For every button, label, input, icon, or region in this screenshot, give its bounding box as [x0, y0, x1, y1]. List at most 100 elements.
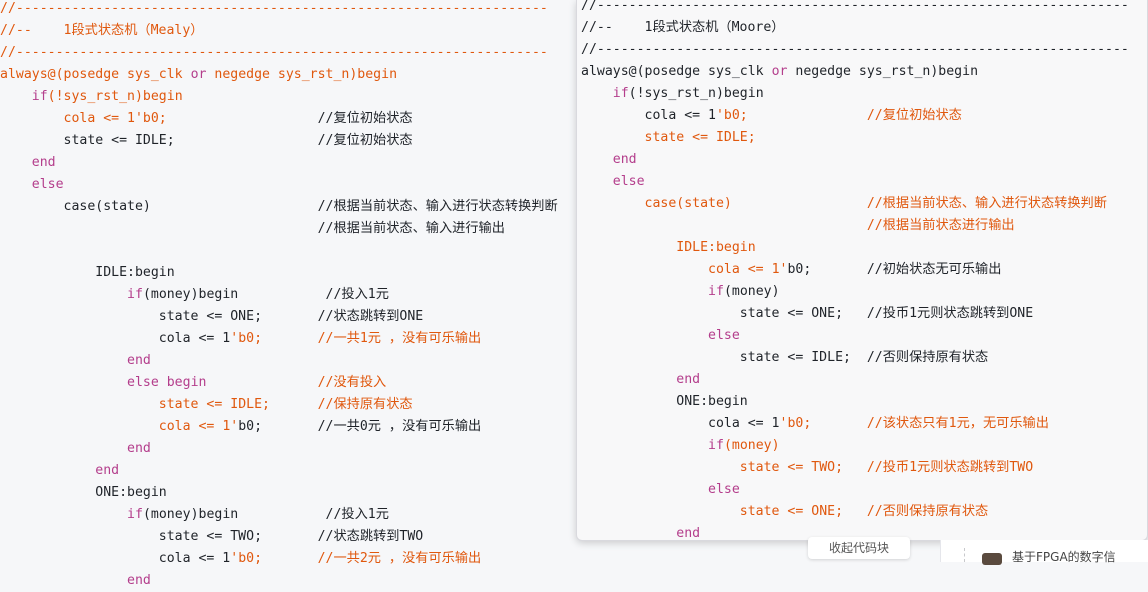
- code-token: state <= TWO; //投币1元则状态跳转到TWO: [739, 460, 1034, 475]
- code-token: or: [771, 64, 788, 79]
- code-line: end: [0, 350, 151, 372]
- code-token: (money): [723, 438, 780, 453]
- code-line: //-- 1段式状态机（Mealy）: [0, 20, 203, 42]
- code-line: else: [581, 479, 740, 501]
- code-token: if: [31, 89, 48, 104]
- code-popup-moore[interactable]: //--------------------------------------…: [576, 0, 1148, 541]
- code-token: //--------------------------------------…: [581, 0, 1129, 13]
- code-token: always@(posedge sys_clk: [0, 67, 191, 82]
- code-line: always@(posedge sys_clk or negedge sys_r…: [581, 61, 978, 83]
- code-token: 'b0; //一共1元 ，没有可乐输出: [230, 331, 482, 346]
- code-line: cola <= 1'b0; //复位初始状态: [0, 108, 413, 130]
- code-token: case(state) //根据当前状态、输入进行状态转换判断: [0, 199, 558, 214]
- code-line: //--------------------------------------…: [0, 42, 548, 64]
- sidebar-divider: [964, 548, 966, 562]
- code-token: else begin: [127, 375, 207, 390]
- code-token: //--------------------------------------…: [581, 42, 1129, 57]
- code-token: //-- 1段式状态机（Mealy）: [0, 23, 204, 38]
- code-token: 'b0; //复位初始状态: [715, 108, 962, 123]
- code-line: state <= ONE; //状态跳转到ONE: [0, 306, 423, 328]
- code-line: //根据当前状态进行输出: [581, 215, 1015, 237]
- code-line: //--------------------------------------…: [581, 39, 1129, 61]
- code-line: state <= IDLE; //复位初始状态: [0, 130, 413, 152]
- code-token: if: [612, 86, 629, 101]
- article-thumbnail-icon[interactable]: [982, 553, 1002, 565]
- code-token: end: [127, 353, 151, 368]
- code-line: else begin //没有投入: [0, 372, 386, 394]
- code-token: //--------------------------------------…: [0, 45, 548, 60]
- code-line: state <= IDLE; //保持原有状态: [0, 394, 413, 416]
- code-token: b0; //初始状态无可乐输出: [787, 262, 1002, 277]
- code-line: end: [0, 570, 151, 592]
- code-line: state <= IDLE;: [581, 127, 756, 149]
- code-block-mealy: //--------------------------------------…: [0, 0, 575, 588]
- code-line: if(money)begin //投入1元: [0, 284, 389, 306]
- code-line: else: [0, 174, 64, 196]
- code-token: else: [31, 177, 64, 192]
- code-token: end: [676, 372, 701, 387]
- code-line: else: [581, 325, 740, 347]
- code-line: cola <= 1'b0; //一共1元 ，没有可乐输出: [0, 328, 481, 350]
- code-line: if(money): [581, 281, 780, 303]
- collapse-code-tooltip[interactable]: 收起代码块: [808, 537, 910, 559]
- code-token: cola <= 1: [0, 551, 231, 566]
- code-line: state <= TWO; //投币1元则状态跳转到TWO: [581, 457, 1033, 479]
- code-line: end: [581, 369, 700, 391]
- code-token: state <= ONE; //投币1元则状态跳转到ONE: [581, 306, 1034, 321]
- code-token: or: [190, 67, 207, 82]
- code-line: always@(posedge sys_clk or negedge sys_r…: [0, 64, 397, 86]
- code-token: (money)begin //投入1元: [142, 287, 389, 302]
- code-token: cola <= 1': [158, 419, 239, 434]
- code-token: //没有投入: [317, 375, 387, 390]
- code-token: IDLE:begin: [0, 265, 175, 280]
- code-token: cola <= 1'b0;: [63, 111, 167, 126]
- code-line: ONE:begin: [0, 482, 167, 504]
- code-token: 'b0; //一共2元 ，没有可乐输出: [230, 551, 482, 566]
- code-token: end: [612, 152, 637, 167]
- code-token: negedge sys_rst_n)begin: [787, 64, 979, 79]
- code-token: (!sys_rst_n)begin: [47, 89, 183, 104]
- code-token: cola <= 1: [581, 108, 716, 123]
- code-token: //根据当前状态进行输出: [866, 218, 1015, 233]
- code-line: if(money): [581, 435, 780, 457]
- code-line: else: [581, 171, 645, 193]
- code-line: cola <= 1'b0; //复位初始状态: [581, 105, 962, 127]
- code-token: end: [127, 573, 151, 588]
- code-token: cola <= 1': [708, 262, 788, 277]
- code-token: end: [676, 526, 701, 541]
- code-token: (money): [723, 284, 780, 299]
- code-token: ONE:begin: [581, 394, 748, 409]
- code-line: state <= IDLE; //否则保持原有状态: [581, 347, 988, 369]
- code-token: end: [31, 155, 56, 170]
- code-token: IDLE:begin: [676, 240, 756, 255]
- code-token: ONE:begin: [0, 485, 167, 500]
- code-token: state <= IDLE; //否则保持原有状态: [581, 350, 989, 365]
- code-line: if(!sys_rst_n)begin: [581, 83, 764, 105]
- code-token: state <= IDLE; //复位初始状态: [0, 133, 413, 148]
- code-line: IDLE:begin: [581, 237, 756, 259]
- code-token: if: [708, 284, 724, 299]
- code-line: end: [0, 152, 56, 174]
- code-line: ONE:begin: [581, 391, 748, 413]
- code-token: if: [708, 438, 724, 453]
- code-line: cola <= 1'b0; //该状态只有1元，无可乐输出: [581, 413, 1049, 435]
- code-line: case(state) //根据当前状态、输入进行状态转换判断: [0, 196, 558, 218]
- code-token: state <= IDLE; //保持原有状态: [158, 397, 413, 412]
